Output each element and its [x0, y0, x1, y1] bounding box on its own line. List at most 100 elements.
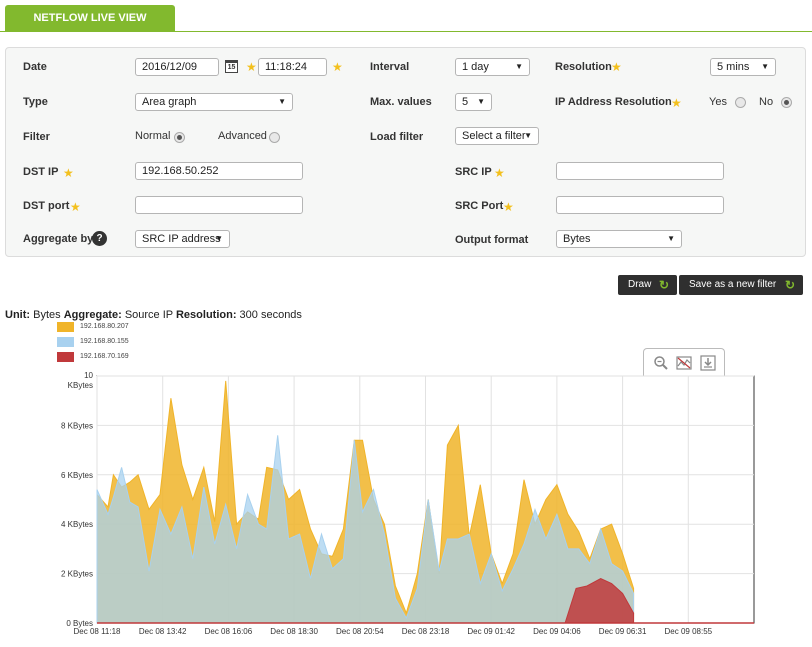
chart-export-icon[interactable] — [700, 355, 716, 371]
load-filter-select[interactable]: Select a filter ▼ — [455, 127, 539, 145]
chevron-down-icon: ▼ — [524, 131, 532, 140]
graph-toolbar — [643, 348, 725, 376]
y-tick-label: 0 Bytes — [66, 619, 93, 628]
star-icon: ★ — [503, 200, 514, 214]
filter-normal-label: Normal — [135, 130, 171, 142]
x-tick-label: Dec 09 01:42 — [467, 627, 515, 636]
help-icon[interactable]: ? — [92, 231, 107, 246]
calendar-icon[interactable]: 15 — [225, 60, 238, 73]
chart-reset-icon[interactable] — [676, 355, 692, 371]
src-port-label: SRC Port — [455, 200, 504, 212]
save-filter-button-label: Save as a new filter — [689, 279, 777, 290]
y-tick-label: 6 KBytes — [61, 471, 93, 480]
star-icon: ★ — [671, 96, 682, 110]
output-format-label: Output format — [455, 234, 529, 246]
x-tick-label: Dec 09 08:55 — [665, 627, 713, 636]
date-label: Date — [23, 61, 47, 73]
src-port-input[interactable] — [556, 196, 724, 214]
zoom-icon[interactable] — [653, 355, 669, 371]
refresh-icon: ↻ — [658, 278, 669, 292]
x-tick-label: Dec 09 06:31 — [599, 627, 647, 636]
plot-frame — [96, 375, 755, 624]
star-icon: ★ — [246, 60, 257, 74]
filter-panel: Date 2016/12/09 15 ★ 11:18:24 ★ Interval… — [5, 47, 806, 257]
chart-axes: 0 Bytes 2 KBytes 4 KBytes 6 KBytes 8 KBytes 1… — [61, 371, 754, 636]
filter-label: Filter — [23, 131, 50, 143]
ip-resolution-label: IP Address Resolution — [555, 96, 672, 108]
chevron-down-icon: ▼ — [515, 62, 523, 71]
ip-resolution-no-label: No — [759, 96, 774, 108]
series-area-80-155 — [96, 435, 635, 624]
resolution-select[interactable]: 5 mins ▼ — [710, 58, 776, 76]
ip-resolution-yes-label: Yes — [709, 96, 727, 108]
filter-advanced-label: Advanced — [218, 130, 267, 142]
date-input[interactable]: 2016/12/09 — [135, 58, 219, 76]
aggregate-select[interactable]: SRC IP address ▼ — [135, 230, 230, 248]
ip-resolution-no-radio[interactable] — [781, 97, 792, 108]
dst-port-input[interactable] — [135, 196, 303, 214]
src-ip-label: SRC IP — [455, 166, 492, 178]
x-tick-label: Dec 08 23:18 — [402, 627, 450, 636]
max-values-value: 5 — [462, 96, 469, 108]
chevron-down-icon: ▼ — [477, 97, 485, 106]
unit-label: Unit: — [5, 309, 31, 321]
draw-button[interactable]: Draw ↻ — [618, 275, 677, 295]
time-input[interactable]: 11:18:24 — [258, 58, 327, 76]
output-format-value: Bytes — [563, 233, 591, 245]
aggregate-value: SRC IP address — [142, 233, 221, 245]
interval-select[interactable]: 1 day ▼ — [455, 58, 530, 76]
x-tick-label: Dec 08 13:42 — [139, 627, 187, 636]
chart-areas — [96, 380, 635, 624]
star-icon: ★ — [494, 166, 505, 180]
type-select[interactable]: Area graph ▼ — [135, 93, 293, 111]
aggregate-summary-label: Aggregate: — [63, 309, 122, 321]
x-tick-label: Dec 08 20:54 — [336, 627, 384, 636]
legend-label: 192.168.80.207 — [80, 323, 129, 330]
series-area-70-169 — [97, 577, 635, 624]
interval-value: 1 day — [462, 61, 489, 73]
filter-advanced-radio[interactable] — [269, 132, 280, 143]
legend-swatch — [57, 322, 74, 332]
draw-button-label: Draw — [628, 279, 652, 290]
chevron-down-icon: ▼ — [215, 234, 223, 243]
legend-swatch — [57, 337, 74, 347]
ip-resolution-yes-radio[interactable] — [735, 97, 746, 108]
filter-normal-radio[interactable] — [174, 132, 185, 143]
legend-swatch — [57, 352, 74, 362]
y-tick-label: 4 KBytes — [61, 520, 93, 529]
type-label: Type — [23, 96, 48, 108]
y-tick-label: 8 KBytes — [61, 421, 93, 430]
chevron-down-icon: ▼ — [667, 234, 675, 243]
type-value: Area graph — [142, 96, 197, 108]
dst-ip-input[interactable]: 192.168.50.252 — [135, 162, 303, 180]
star-icon: ★ — [70, 200, 81, 214]
interval-label: Interval — [370, 61, 410, 73]
x-tick-label: Dec 08 16:06 — [205, 627, 253, 636]
max-values-select[interactable]: 5 ▼ — [455, 93, 492, 111]
aggregate-label: Aggregate by — [23, 233, 94, 245]
dst-ip-label: DST IP — [23, 166, 59, 178]
star-icon: ★ — [63, 166, 74, 180]
load-filter-label: Load filter — [370, 131, 424, 143]
dst-port-label: DST port — [23, 200, 70, 212]
graph-summary: Unit: Bytes Aggregate: Source IP Resolut… — [5, 309, 302, 321]
src-ip-input[interactable] — [556, 162, 724, 180]
x-tick-label: Dec 09 04:06 — [533, 627, 581, 636]
tab-netflow-live-view[interactable]: NETFLOW LIVE VIEW — [5, 5, 175, 32]
x-tick-label: Dec 08 18:30 — [270, 627, 318, 636]
output-format-select[interactable]: Bytes ▼ — [556, 230, 682, 248]
y-tick-label: 2 KBytes — [61, 570, 93, 579]
resolution-summary-value: 300 seconds — [239, 309, 302, 321]
resolution-label: Resolution — [555, 61, 612, 73]
max-values-label: Max. values — [370, 96, 432, 108]
tab-bar: NETFLOW LIVE VIEW — [0, 0, 812, 32]
resolution-summary-label: Resolution: — [175, 309, 237, 321]
legend-label: 192.168.70.169 — [80, 353, 129, 360]
save-filter-button[interactable]: Save as a new filter ↻ — [679, 275, 803, 295]
star-icon: ★ — [611, 60, 622, 74]
chevron-down-icon: ▼ — [278, 97, 286, 106]
load-filter-value: Select a filter — [462, 130, 526, 142]
resolution-value: 5 mins — [717, 61, 750, 73]
y-tick-label: 10 KBytes — [68, 371, 94, 390]
unit-value: Bytes — [33, 309, 61, 321]
